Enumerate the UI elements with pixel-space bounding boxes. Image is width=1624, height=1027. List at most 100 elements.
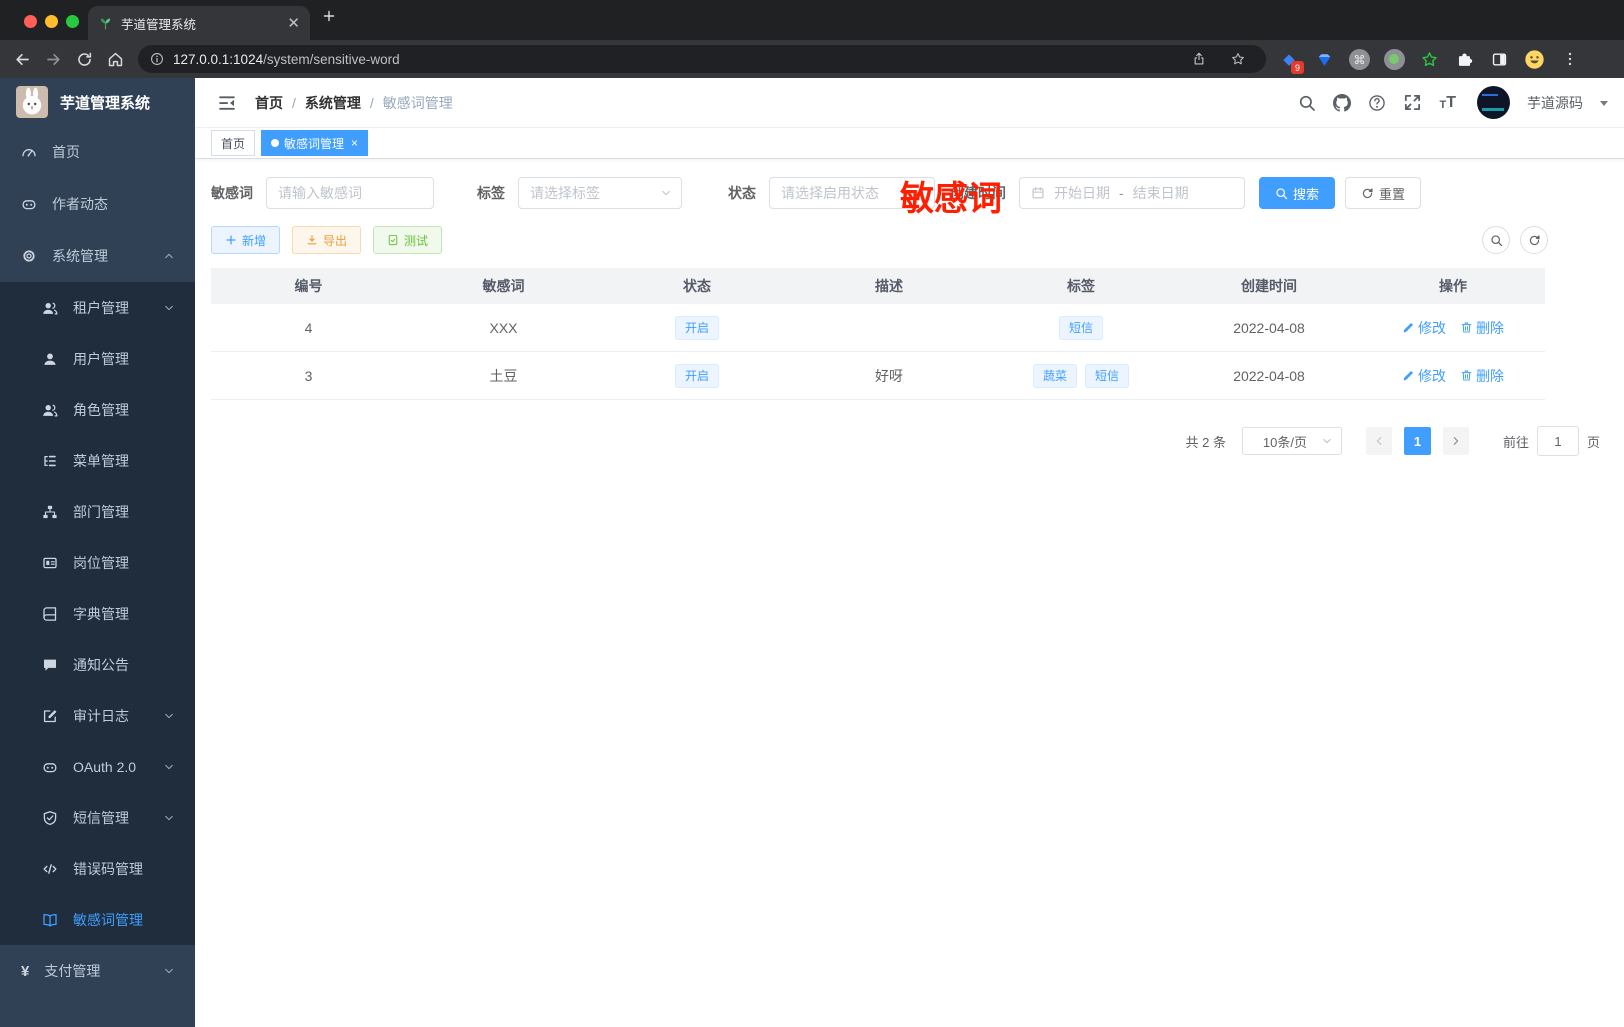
tab-close-icon[interactable]: ✕ (287, 16, 300, 31)
sidebar-item-dict[interactable]: 字典管理 (0, 588, 195, 639)
edit-label: 修改 (1418, 367, 1446, 384)
tab-敏感词管理[interactable]: 敏感词管理 × (261, 130, 369, 156)
date-range-picker[interactable]: 开始日期 - 结束日期 (1019, 177, 1245, 209)
chevron-down-icon (163, 812, 175, 824)
user-avatar[interactable] (1477, 86, 1510, 119)
puzzle-extensions-icon[interactable] (1453, 48, 1475, 70)
window-minimize-button[interactable] (45, 15, 58, 28)
next-page-button[interactable] (1442, 427, 1469, 455)
column-header: 描述 (875, 278, 903, 294)
caret-down-icon (1600, 101, 1608, 110)
sidebar-menu: 首页 作者动态 系统管理 租户管理 用户管理角色管理菜单管理 部门管理 岗位管理 字典管理通知… (0, 126, 195, 997)
sidebar-item-post[interactable]: 岗位管理 (0, 537, 195, 588)
reset-button[interactable]: 重置 (1345, 177, 1422, 209)
close-icon[interactable]: × (351, 136, 358, 150)
delete-link[interactable]: 删除 (1460, 366, 1504, 386)
sidebar-item-sms[interactable]: 短信管理 (0, 792, 195, 843)
tag-select[interactable]: 请选择标签 (518, 177, 682, 209)
address-bar[interactable]: 127.0.0.1:1024/system/sensitive-word (138, 45, 1266, 73)
split-screen-icon (1491, 51, 1508, 68)
sidebar-item-tenant[interactable]: 租户管理 (0, 282, 195, 333)
sidebar-item-sensitive-word[interactable]: 敏感词管理 (0, 894, 195, 945)
diamond-extension-icon[interactable]: ◆ 9 (1278, 48, 1304, 74)
edit-link[interactable]: 修改 (1402, 366, 1446, 386)
sidebar-item-label: 通知公告 (73, 656, 129, 673)
record-extension-icon[interactable] (1383, 48, 1405, 70)
user-name[interactable]: 芋道源码 (1527, 93, 1583, 113)
back-icon[interactable] (14, 51, 31, 68)
edit-link[interactable]: 修改 (1402, 318, 1446, 338)
gem-extension-icon[interactable] (1313, 48, 1335, 70)
gear-icon (21, 248, 37, 264)
search-icon[interactable] (1298, 94, 1316, 112)
breadcrumb-item[interactable]: 系统管理 (305, 93, 361, 113)
cell-word: XXX (489, 319, 518, 336)
sidebar-item-author-feed[interactable]: 作者动态 (0, 178, 195, 230)
tab-首页[interactable]: 首页 (211, 130, 256, 156)
edit-label: 修改 (1418, 319, 1446, 336)
keyword-input[interactable]: 请输入敏感词 (266, 177, 434, 209)
page-1-button[interactable]: 1 (1403, 427, 1431, 455)
delete-link[interactable]: 删除 (1460, 318, 1504, 338)
search-icon (1275, 187, 1288, 200)
sidebar-item-user[interactable]: 用户管理 (0, 333, 195, 384)
split-screen-icon[interactable] (1488, 48, 1510, 70)
sensitive-word-table: 编号 敏感词 状态 描述 标签 创建时间 操作 4 XXX 开启 短信 2022-04-08 修改 删除… (211, 268, 1545, 400)
test-button[interactable]: 测试 (373, 226, 443, 254)
sidebar-item-home[interactable]: 首页 (0, 126, 195, 178)
sidebar-item-dept[interactable]: 部门管理 (0, 486, 195, 537)
sidebar-item-pay[interactable]: ¥ 支付管理 (0, 945, 195, 997)
command-extension-icon[interactable] (1348, 48, 1370, 70)
help-icon[interactable] (1368, 94, 1386, 112)
browser-toolbar: 127.0.0.1:1024/system/sensitive-word ◆ 9 (0, 40, 1624, 78)
plus-icon (225, 234, 237, 246)
sidebar-item-audit-log[interactable]: 审计日志 (0, 690, 195, 741)
goto-page-input[interactable] (1536, 426, 1579, 456)
sidebar-item-label: 支付管理 (44, 963, 101, 979)
site-info-icon[interactable] (150, 52, 164, 66)
breadcrumb-item[interactable]: 首页 (255, 93, 283, 113)
extension-badge: 9 (1291, 61, 1304, 74)
home-icon[interactable] (107, 51, 124, 68)
menu-dots-icon[interactable] (1562, 51, 1578, 67)
forward-icon[interactable] (45, 51, 62, 68)
tag-pill: 蔬菜 (1032, 363, 1077, 388)
github-icon[interactable] (1333, 93, 1352, 112)
search-button[interactable]: 搜索 (1259, 177, 1336, 209)
window-close-button[interactable] (24, 15, 37, 28)
sidebar-item-oauth2[interactable]: OAuth 2.0 (0, 741, 195, 792)
sidebar-item-menu[interactable]: 菜单管理 (0, 435, 195, 486)
prev-page-button[interactable] (1365, 427, 1392, 455)
refresh-icon (1361, 187, 1374, 200)
sidebar-item-system[interactable]: 系统管理 (0, 230, 195, 282)
sidebar-item-role[interactable]: 角色管理 (0, 384, 195, 435)
star-extension-icon[interactable] (1418, 48, 1440, 70)
font-size-icon[interactable]: TT (1439, 94, 1456, 111)
sidebar-item-notice[interactable]: 通知公告 (0, 639, 195, 690)
chevron-down-icon (660, 187, 672, 199)
page-size-select[interactable]: 10条/页 (1241, 427, 1342, 455)
profile-avatar-icon[interactable] (1523, 48, 1545, 70)
new-tab-button[interactable] (322, 9, 336, 23)
browser-tab-title: 芋道管理系统 (121, 17, 197, 32)
reload-icon[interactable] (76, 51, 93, 68)
fullscreen-icon[interactable] (1403, 93, 1422, 112)
toggle-search-button[interactable] (1482, 226, 1510, 254)
tab-label: 首页 (221, 136, 246, 151)
export-button[interactable]: 导出 (292, 226, 362, 254)
collapse-sidebar-icon[interactable] (217, 93, 237, 113)
tag-pill: 短信 (1085, 363, 1130, 388)
refresh-table-button[interactable] (1520, 226, 1548, 254)
window-zoom-button[interactable] (66, 15, 79, 28)
add-button[interactable]: 新增 (211, 226, 281, 254)
sidebar-logo[interactable]: 芋道管理系统 (0, 78, 195, 126)
pagination: 共 2 条 10条/页 1 前往 页 (211, 426, 1608, 456)
sidebar-item-label: 角色管理 (73, 401, 129, 418)
puzzle-extensions-icon (1456, 51, 1473, 68)
share-icon[interactable] (1192, 52, 1206, 66)
trash-icon (1460, 321, 1473, 334)
bookmark-star-icon[interactable] (1231, 52, 1245, 66)
org-icon (42, 504, 58, 520)
browser-tab[interactable]: 芋道管理系统 ✕ (88, 6, 310, 40)
sidebar-item-error-code[interactable]: 错误码管理 (0, 843, 195, 894)
